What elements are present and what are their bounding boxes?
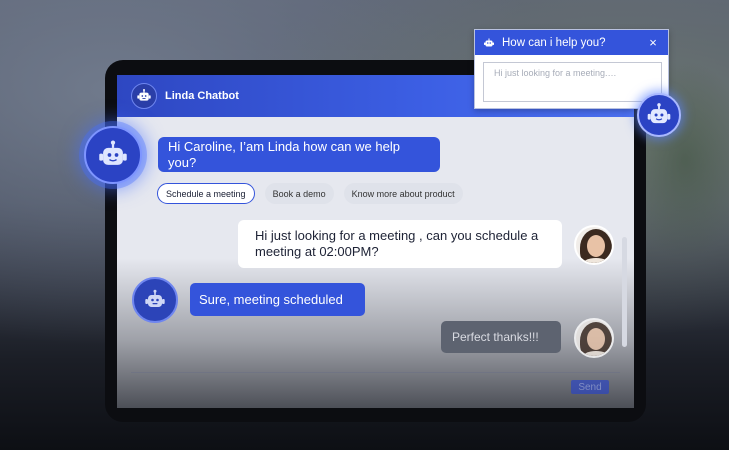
bot-avatar-large	[84, 126, 142, 184]
popup-message-input[interactable]	[483, 62, 662, 102]
user-thanks-message: Perfect thanks!!!	[441, 321, 561, 353]
popup-header: How can i help you? ×	[475, 30, 668, 55]
robot-icon	[484, 38, 494, 46]
close-icon[interactable]: ×	[646, 35, 660, 50]
user-avatar	[574, 225, 614, 265]
chip-schedule-meeting[interactable]: Schedule a meeting	[157, 183, 255, 204]
user-request-message: Hi just looking for a meeting , can you …	[238, 220, 562, 268]
popup-title: How can i help you?	[502, 36, 606, 49]
header-robot-icon	[131, 83, 157, 109]
message-input[interactable]	[131, 372, 620, 400]
bot-greeting-message: Hi Caroline, I’am Linda how can we help …	[158, 137, 440, 172]
chatbot-title: Linda Chatbot	[165, 90, 239, 102]
bot-confirm-message: Sure, meeting scheduled	[190, 283, 365, 316]
bot-launcher-button[interactable]	[637, 93, 681, 137]
user-avatar	[574, 318, 614, 358]
bot-avatar-small	[132, 277, 178, 323]
send-button[interactable]: Send	[571, 380, 609, 394]
robot-icon	[647, 103, 671, 124]
chat-scrollbar[interactable]	[622, 237, 627, 347]
robot-icon	[145, 289, 165, 307]
quick-replies: Schedule a meeting Book a demo Know more…	[157, 183, 463, 204]
help-popup: How can i help you? ×	[474, 29, 669, 109]
chip-know-more[interactable]: Know more about product	[343, 183, 463, 204]
chip-book-demo[interactable]: Book a demo	[264, 183, 334, 204]
robot-icon	[99, 140, 127, 165]
